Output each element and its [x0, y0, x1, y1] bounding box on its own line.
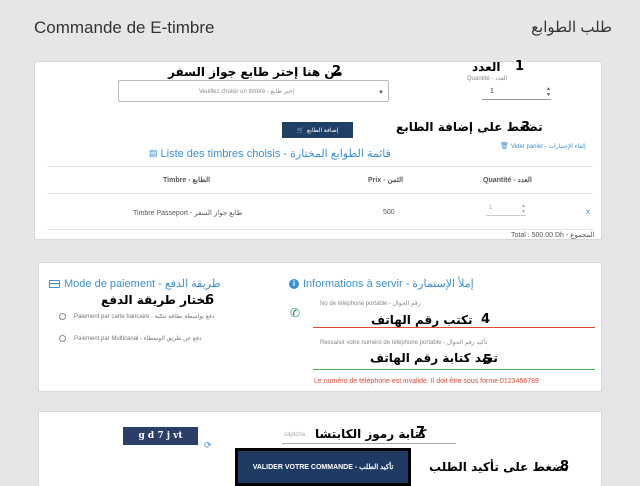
- annotation-3-text: تضغط على إضافة الطابع: [396, 120, 543, 134]
- annotation-4-number: 4: [481, 312, 491, 327]
- captcha-text: g d 7 j vt: [138, 431, 183, 441]
- spin-down-icon[interactable]: ▼: [546, 93, 551, 98]
- stamp-select-placeholder: Veuillez choisir un timbre - إختر طابع: [198, 89, 295, 95]
- confirm-panel: g d 7 j vt ⟳ captcha 7 كتابة رموز الكابت…: [38, 411, 602, 486]
- page-title: Commande de E-timbre: [34, 18, 215, 37]
- validate-order-button[interactable]: VALIDER VOTRE COMMANDE - تأكيد الطلب: [235, 448, 411, 486]
- payment-info-panel: Mode de paiement - طريقة الدفع 6 تختار ط…: [38, 262, 602, 392]
- annotation-7-text: كتابة رموز الكابتشا: [315, 427, 427, 441]
- info-title: Informations à servir - إملأ الإستمارة: [303, 278, 474, 290]
- annotation-1-number: 1: [515, 59, 525, 74]
- col-header-quantite: Quantité - العدد: [483, 177, 532, 184]
- validate-order-label: VALIDER VOTRE COMMANDE - تأكيد الطلب: [252, 464, 394, 471]
- phone-error-text: Le numéro de téléphone est invalide. Il …: [314, 378, 539, 385]
- payment-option-multicanal-label: Paiement par Multicanal - دفع عن طريق ال…: [74, 336, 202, 342]
- trash-icon: 🗑: [500, 143, 509, 150]
- remove-row-button[interactable]: x: [586, 207, 590, 216]
- payment-option-multicanal[interactable]: Paiement par Multicanal - دفع عن طريق ال…: [59, 335, 202, 342]
- phone-field-underline: [313, 327, 595, 328]
- info-heading: i Informations à servir - إملأ الإستمارة: [289, 277, 474, 290]
- add-stamp-button-label: إضافة الطابع: [307, 127, 339, 134]
- empty-cart-link[interactable]: 🗑 Vider panier - إلغاء الإختيارات: [500, 142, 586, 150]
- list-icon: ▤: [149, 148, 158, 158]
- selected-stamps-title: Liste des timbres choisis - قائمة الطواب…: [160, 148, 391, 160]
- col-header-timbre: Timbre - الطابع: [163, 177, 211, 184]
- annotation-5-text: تعيد كتابة رقم الهاتف: [370, 351, 498, 365]
- phone-confirm-underline: [313, 369, 595, 370]
- annotation-1-text: العدد: [472, 60, 501, 74]
- stamp-select[interactable]: Veuillez choisir un timbre - إختر طابع ▼: [118, 80, 389, 102]
- info-icon: i: [289, 278, 299, 289]
- radio-multicanal[interactable]: [59, 335, 66, 342]
- payment-option-card[interactable]: Paiement par carte bancaire - دفع بواسطة…: [59, 313, 214, 320]
- row-timbre: Timbre Passeport - طابع جواز السفر: [133, 210, 243, 217]
- phone-label: No de téléphone portable - رقم الجوال: [320, 301, 421, 307]
- payment-heading: Mode de paiement - طريقة الدفع: [49, 277, 221, 290]
- chevron-down-icon: ▼: [378, 90, 384, 96]
- refresh-icon[interactable]: ⟳: [204, 440, 212, 451]
- phone-confirm-label: Ressaisir votre numéro de téléphone port…: [320, 340, 488, 346]
- row-spin-down-icon[interactable]: ▼: [521, 210, 526, 215]
- order-panel: 1 العدد Quantité - العدد 1 ▲ ▼ 2 من هنا …: [34, 59, 602, 240]
- payment-option-card-label: Paiement par carte bancaire - دفع بواسطة…: [74, 314, 215, 320]
- row-quantity-value: 1: [489, 205, 493, 211]
- selected-stamps-heading: ▤ Liste des timbres choisis - قائمة الطو…: [149, 147, 391, 160]
- annotation-8-text: تضغط على تأكيد الطلب: [429, 460, 569, 474]
- quantity-value: 1: [490, 88, 494, 95]
- col-header-prix: Prix - الثمن: [368, 177, 404, 184]
- annotation-4-text: تكتب رقم الهاتف: [371, 313, 473, 327]
- captcha-image: g d 7 j vt: [123, 427, 198, 445]
- empty-cart-label: Vider panier - إلغاء الإختيارات: [510, 143, 586, 150]
- phone-icon: ✆: [290, 306, 301, 320]
- row-prix: 500: [383, 209, 395, 216]
- radio-card[interactable]: [59, 313, 66, 320]
- add-stamp-button[interactable]: 🛒 إضافة الطابع: [282, 122, 353, 138]
- order-total: Total : 500.00 Dh - المجموع: [511, 232, 595, 239]
- row-quantity-stepper[interactable]: 1 ▲ ▼: [486, 202, 526, 216]
- annotation-2-text: من هنا إختر طابع جواز السفر: [168, 65, 343, 79]
- cart-icon: 🛒: [296, 127, 305, 134]
- quantity-stepper[interactable]: 1 ▲ ▼: [482, 84, 551, 100]
- page-title-arabic: طلب الطوابع: [531, 19, 612, 36]
- quantity-label: Quantité - العدد: [467, 76, 508, 82]
- credit-card-icon: [49, 279, 60, 288]
- payment-title: Mode de paiement - طريقة الدفع: [64, 278, 221, 290]
- annotation-6-text: تختار طريقة الدفع: [101, 293, 210, 307]
